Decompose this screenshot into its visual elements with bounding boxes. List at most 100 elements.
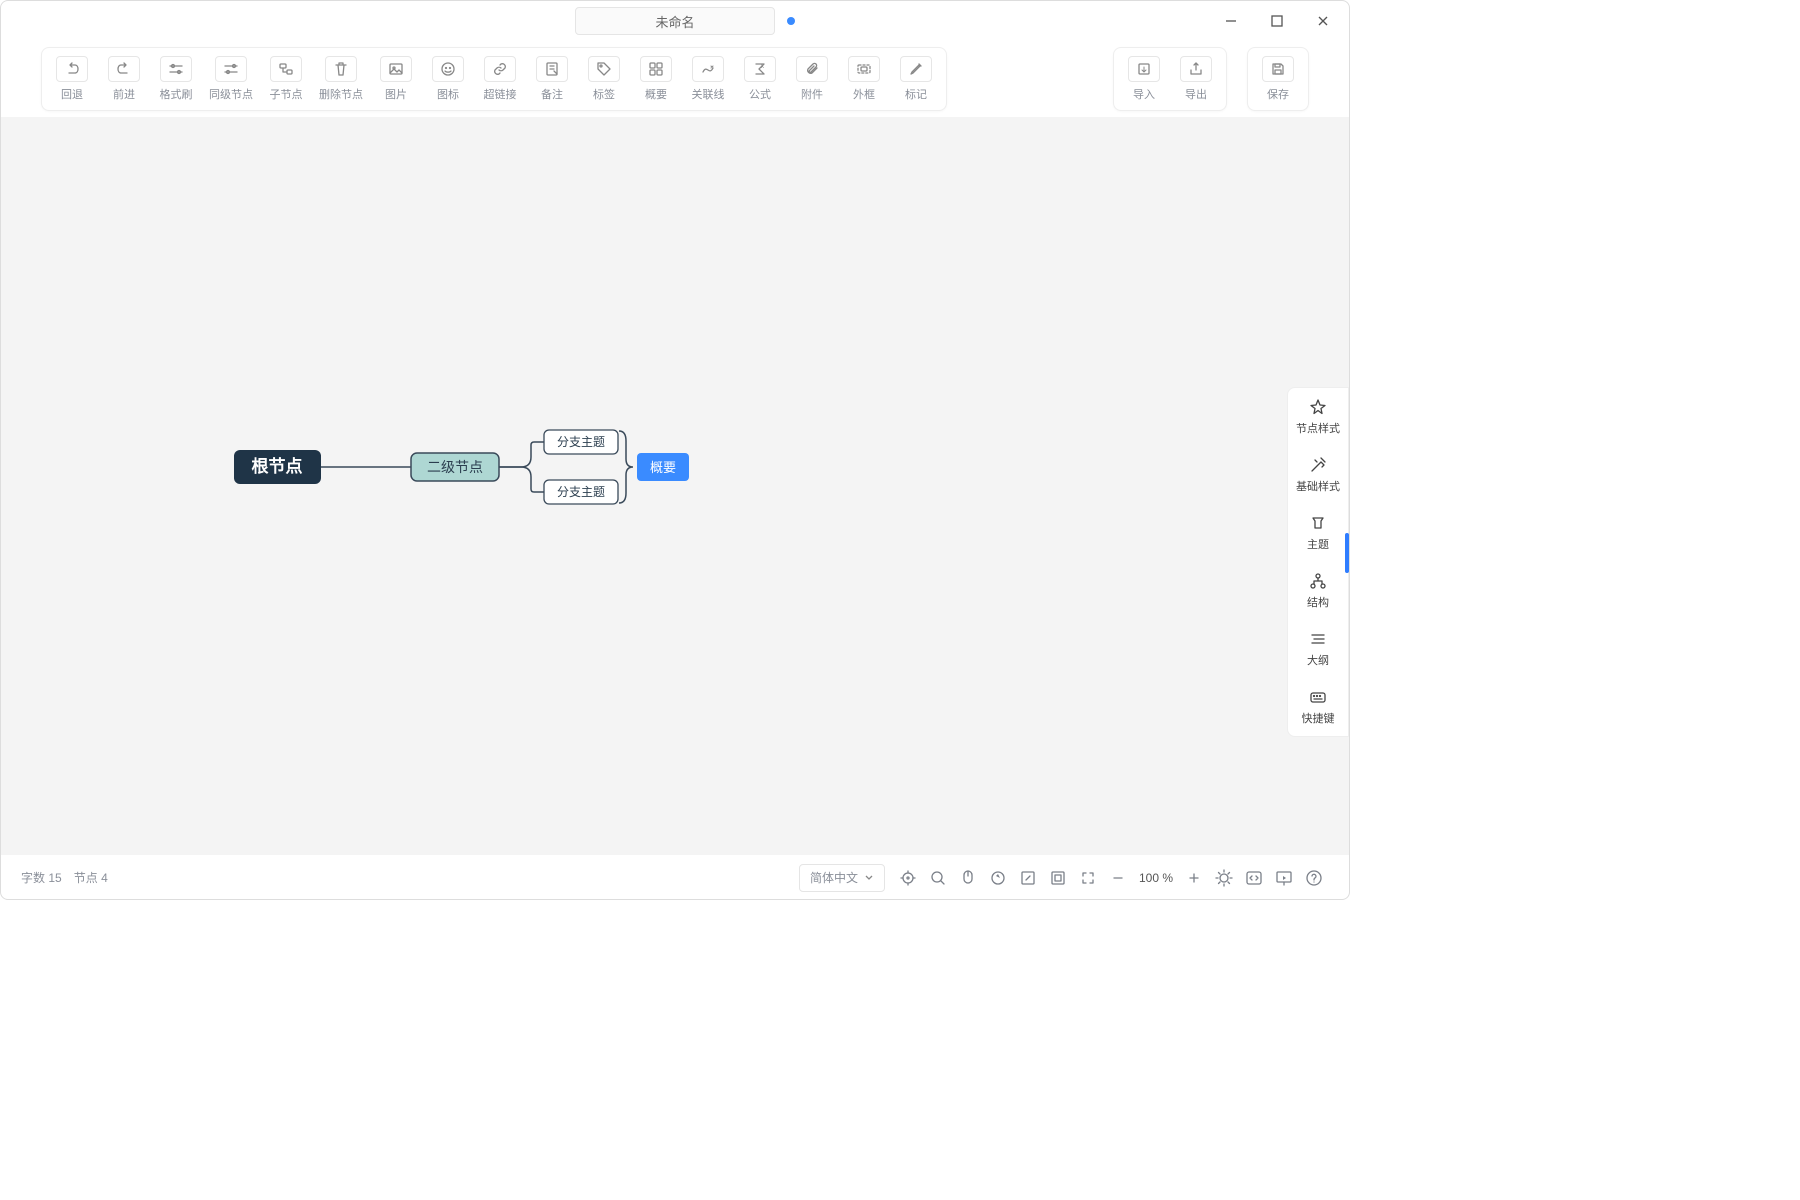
delete-node-label: 删除节点 xyxy=(319,86,363,102)
attachment-button[interactable]: 附件 xyxy=(786,56,838,102)
boundary-icon xyxy=(848,56,880,82)
word-count-value: 15 xyxy=(48,871,61,885)
export-button[interactable]: 导出 xyxy=(1170,56,1222,102)
side-outline[interactable]: 大纲 xyxy=(1288,620,1348,678)
save-icon xyxy=(1262,56,1294,82)
side-base-style-label: 基础样式 xyxy=(1296,478,1340,494)
marker-button[interactable]: 标记 xyxy=(890,56,942,102)
mindmap-root-node[interactable]: 根节点 xyxy=(234,450,321,484)
mouse-mode-button[interactable] xyxy=(953,863,983,893)
unsaved-indicator-icon xyxy=(787,17,795,25)
undo-label: 回退 xyxy=(61,86,83,102)
window-close-button[interactable] xyxy=(1309,7,1337,35)
note-icon xyxy=(536,56,568,82)
side-panel: 节点样式 基础样式 主题 结构 大纲 快捷键 xyxy=(1287,387,1349,737)
attachment-label: 附件 xyxy=(801,86,823,102)
hyperlink-button[interactable]: 超链接 xyxy=(474,56,526,102)
document-title-input[interactable] xyxy=(575,7,775,35)
export-icon xyxy=(1180,56,1212,82)
relation-icon xyxy=(692,56,724,82)
side-node-style-label: 节点样式 xyxy=(1296,420,1340,436)
note-button[interactable]: 备注 xyxy=(526,56,578,102)
import-label: 导入 xyxy=(1133,86,1155,102)
undo-icon xyxy=(56,56,88,82)
svg-text:分支主题: 分支主题 xyxy=(557,435,605,449)
side-theme-label: 主题 xyxy=(1307,536,1329,552)
code-button[interactable] xyxy=(1239,863,1269,893)
link-icon xyxy=(484,56,516,82)
marker-label: 标记 xyxy=(905,86,927,102)
fit-button[interactable] xyxy=(1043,863,1073,893)
dark-mode-button[interactable] xyxy=(1209,863,1239,893)
formula-button[interactable]: x公式 xyxy=(734,56,786,102)
side-structure[interactable]: 结构 xyxy=(1288,562,1348,620)
relation-label: 关联线 xyxy=(692,86,725,102)
svg-text:根节点: 根节点 xyxy=(252,456,303,476)
window-maximize-button[interactable] xyxy=(1263,7,1291,35)
save-label: 保存 xyxy=(1267,86,1289,102)
presentation-button[interactable] xyxy=(1269,863,1299,893)
child-node-button[interactable]: 子节点 xyxy=(260,56,312,102)
side-shortcuts[interactable]: 快捷键 xyxy=(1288,678,1348,736)
save-button[interactable]: 保存 xyxy=(1252,56,1304,102)
mindmap-level2-node[interactable]: 二级节点 xyxy=(411,453,499,481)
help-button[interactable] xyxy=(1299,863,1329,893)
toolbar-main: 回退 前进 格式刷 同级节点 子节点 删除节点 图片 图标 超链接 备注 标签 … xyxy=(41,47,947,111)
boundary-label: 外框 xyxy=(853,86,875,102)
sibling-node-button[interactable]: 同级节点 xyxy=(202,56,260,102)
tag-button[interactable]: 标签 xyxy=(578,56,630,102)
side-base-style[interactable]: 基础样式 xyxy=(1288,446,1348,504)
sibling-node-icon xyxy=(215,56,247,82)
window-minimize-button[interactable] xyxy=(1217,7,1245,35)
export-label: 导出 xyxy=(1185,86,1207,102)
paperclip-icon xyxy=(796,56,828,82)
image-label: 图片 xyxy=(385,86,407,102)
side-theme[interactable]: 主题 xyxy=(1288,504,1348,562)
side-shortcuts-label: 快捷键 xyxy=(1302,710,1335,726)
side-node-style[interactable]: 节点样式 xyxy=(1288,388,1348,446)
grid-icon xyxy=(640,56,672,82)
canvas[interactable]: 根节点 二级节点 分支主题 分支主题 概要 xyxy=(1,117,1349,855)
smile-icon xyxy=(432,56,464,82)
summary-button[interactable]: 概要 xyxy=(630,56,682,102)
summary-label: 概要 xyxy=(645,86,667,102)
tag-icon xyxy=(588,56,620,82)
language-label: 简体中文 xyxy=(810,869,858,886)
mindmap-branch-node-2[interactable]: 分支主题 xyxy=(544,480,618,504)
locate-button[interactable] xyxy=(893,863,923,893)
search-button[interactable] xyxy=(923,863,953,893)
navigate-button[interactable] xyxy=(983,863,1013,893)
tag-label: 标签 xyxy=(593,86,615,102)
word-count-label: 字数 xyxy=(21,869,45,886)
image-button[interactable]: 图片 xyxy=(370,56,422,102)
svg-text:二级节点: 二级节点 xyxy=(427,459,483,475)
edit-mode-button[interactable] xyxy=(1013,863,1043,893)
node-count-label: 节点 xyxy=(74,869,98,886)
boundary-button[interactable]: 外框 xyxy=(838,56,890,102)
zoom-in-button[interactable] xyxy=(1179,863,1209,893)
statusbar: 字数 15 节点 4 简体中文 100 % xyxy=(1,855,1349,899)
hyperlink-label: 超链接 xyxy=(484,86,517,102)
formula-label: 公式 xyxy=(749,86,771,102)
mindmap-summary-node[interactable]: 概要 xyxy=(637,453,689,481)
relation-button[interactable]: 关联线 xyxy=(682,56,734,102)
import-button[interactable]: 导入 xyxy=(1118,56,1170,102)
undo-button[interactable]: 回退 xyxy=(46,56,98,102)
sibling-node-label: 同级节点 xyxy=(209,86,253,102)
language-select[interactable]: 简体中文 xyxy=(799,864,885,892)
toolbar-io: 导入 导出 xyxy=(1113,47,1227,111)
note-label: 备注 xyxy=(541,86,563,102)
svg-text:概要: 概要 xyxy=(650,460,676,475)
format-painter-button[interactable]: 格式刷 xyxy=(150,56,202,102)
trash-icon xyxy=(325,56,357,82)
node-count-value: 4 xyxy=(101,871,108,885)
redo-button[interactable]: 前进 xyxy=(98,56,150,102)
toolbar-save: 保存 xyxy=(1247,47,1309,111)
mindmap-branch-node-1[interactable]: 分支主题 xyxy=(544,430,618,454)
zoom-out-button[interactable] xyxy=(1103,863,1133,893)
fullscreen-button[interactable] xyxy=(1073,863,1103,893)
sliders-icon xyxy=(160,56,192,82)
delete-node-button[interactable]: 删除节点 xyxy=(312,56,370,102)
icon-button[interactable]: 图标 xyxy=(422,56,474,102)
image-icon xyxy=(380,56,412,82)
